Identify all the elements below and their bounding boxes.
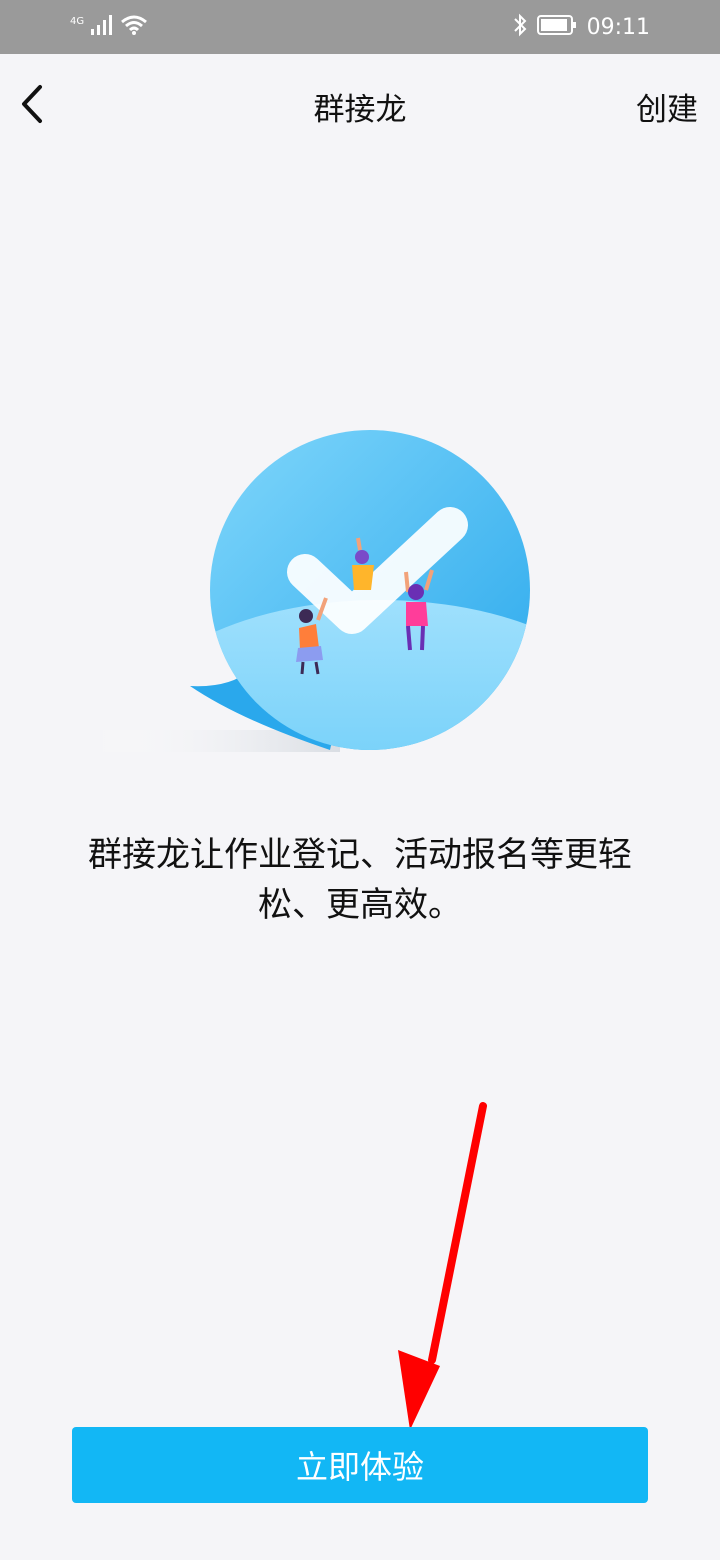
hero-illustration	[90, 420, 550, 760]
create-button[interactable]: 创建	[636, 84, 698, 129]
annotation-arrow-icon	[380, 1100, 510, 1430]
network-label: 4G	[70, 16, 85, 27]
status-bar: 4G 09:11	[0, 0, 720, 54]
status-time: 09:11	[586, 14, 650, 40]
feature-description: 群接龙让作业登记、活动报名等更轻 松、更高效。	[70, 830, 650, 930]
wifi-icon	[120, 14, 148, 40]
description-line-2: 松、更高效。	[258, 885, 462, 925]
status-left: 4G	[70, 12, 148, 42]
description-line-1: 群接龙让作业登记、活动报名等更轻	[88, 835, 632, 875]
battery-icon	[536, 14, 577, 40]
bluetooth-icon	[513, 13, 527, 41]
page-title: 群接龙	[313, 92, 407, 128]
try-now-button[interactable]: 立即体验	[72, 1427, 648, 1503]
status-right: 09:11	[513, 12, 650, 42]
nav-bar: 群接龙 创建	[0, 54, 720, 158]
signal-icon	[90, 14, 114, 40]
